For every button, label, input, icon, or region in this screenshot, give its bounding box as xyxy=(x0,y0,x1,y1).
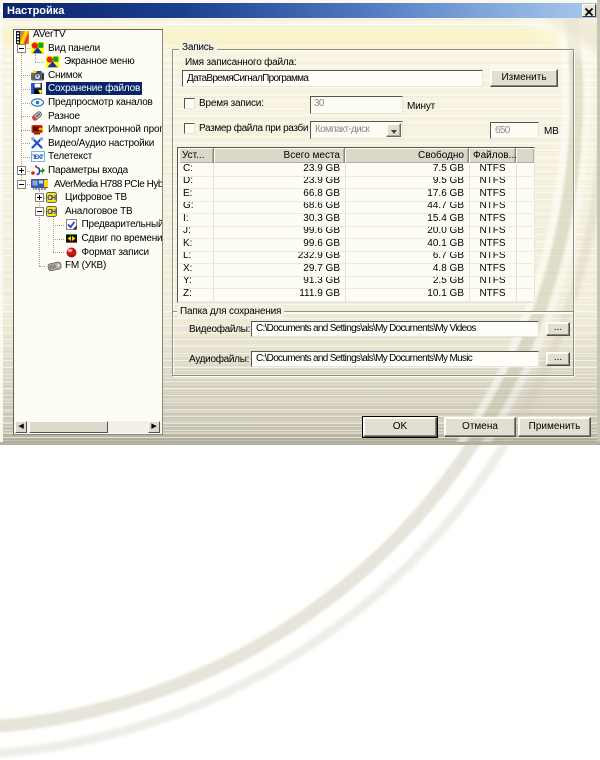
svg-text:TEXT: TEXT xyxy=(32,154,44,161)
svg-text:CH: CH xyxy=(47,195,56,202)
svg-text:CH: CH xyxy=(47,209,56,216)
